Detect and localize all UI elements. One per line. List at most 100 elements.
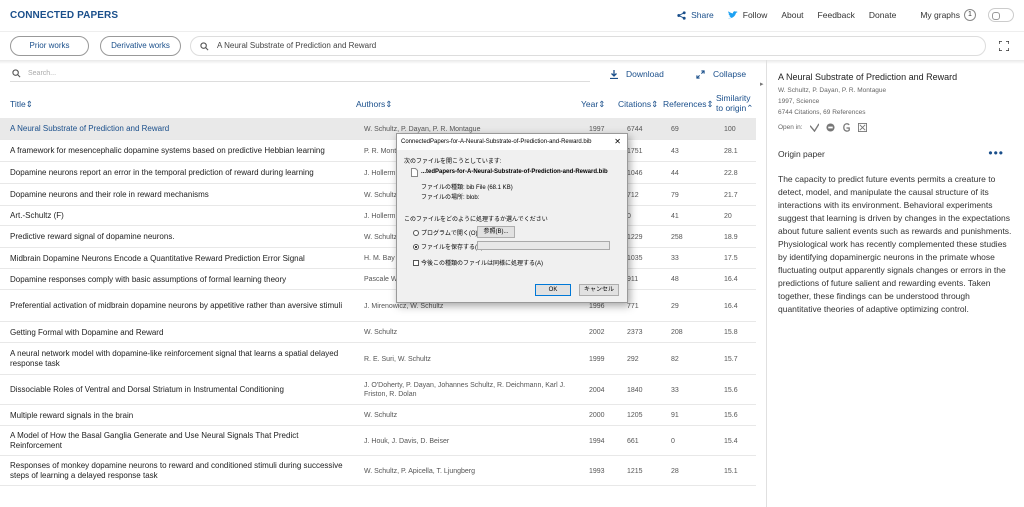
paper-citations-cell: 1215 (627, 468, 643, 475)
search-query: A Neural Substrate of Prediction and Rew… (217, 41, 377, 50)
similarity-column-header[interactable]: Similarity to origin⌃ (716, 93, 753, 113)
remember-checkbox-box[interactable] (413, 260, 419, 267)
table-row[interactable]: Art.-Schultz (F) J. Hollerm 0 41 20 (0, 206, 756, 226)
title-column-header[interactable]: Title⇕ (10, 99, 33, 110)
table-row[interactable]: Getting Formal with Dopamine and Reward W… (0, 322, 756, 343)
paper-references-cell: 91 (671, 412, 679, 419)
graphs-count-badge: 1 (964, 9, 976, 21)
arxiv-icon[interactable] (857, 123, 867, 132)
table-row[interactable]: Multiple reward signals in the brain W. S… (0, 405, 756, 426)
donate-link[interactable]: Donate (869, 10, 896, 20)
search-icon (12, 69, 21, 78)
paper-citations-cell: 1046 (627, 170, 643, 177)
paper-title-cell: Midbrain Dopamine Neurons Encode a Quant… (10, 254, 305, 263)
semantic-scholar-icon[interactable] (809, 123, 819, 132)
authors-header-label: Authors (356, 99, 386, 109)
remember-label: 今後この種類のファイルは同様に処理する(A) (421, 261, 543, 267)
paper-citations-cell: 911 (627, 276, 639, 283)
remember-choice-checkbox[interactable]: 今後この種類のファイルは同様に処理する(A) (413, 258, 543, 267)
table-row[interactable]: A Neural Substrate of Prediction and Rew… (0, 118, 756, 140)
paper-year-cell: 1996 (589, 303, 605, 310)
paper-citations-cell: 712 (627, 192, 639, 199)
authors-column-header[interactable]: Authors⇕ (356, 99, 392, 110)
theme-toggle[interactable] (988, 8, 1014, 22)
about-link[interactable]: About (781, 10, 803, 20)
paper-venue: 1997, Science (778, 98, 820, 105)
graph-search-input[interactable]: A Neural Substrate of Prediction and Rew… (190, 36, 986, 56)
google-scholar-icon[interactable] (842, 123, 851, 132)
list-toolbar: Search... Download Collapse (0, 66, 760, 84)
table-row[interactable]: Midbrain Dopamine Neurons Encode a Quant… (0, 248, 756, 269)
paper-title-cell: Dissociable Roles of Ventral and Dorsal … (10, 385, 284, 394)
paper-similarity-cell: 16.4 (724, 303, 738, 310)
references-header-label: References (663, 99, 707, 109)
year-column-header[interactable]: Year⇕ (581, 99, 605, 110)
paper-references-cell: 29 (671, 303, 679, 310)
table-row[interactable]: A Model of How the Basal Ganglia Generat… (0, 426, 756, 456)
panel-toggle-arrow[interactable]: ▸ (760, 80, 764, 88)
dialog-question: このファイルをどのように処理するか選んでください (404, 217, 548, 223)
download-label: Download (626, 69, 664, 79)
table-row[interactable]: A framework for mesencephalic dopamine s… (0, 140, 756, 162)
paper-references-cell: 28 (671, 468, 679, 475)
table-row[interactable]: Dopamine responses comply with basic ass… (0, 269, 756, 290)
paper-authors: W. Schultz, P. Dayan, P. R. Montague (778, 87, 887, 94)
origin-paper-row: Origin paper ••• (778, 146, 1014, 160)
save-file-radio[interactable]: ファイルを保存する(S) (413, 242, 483, 251)
paper-authors-cell: J. Mirenowicz, W. Schultz (364, 303, 444, 310)
table-row[interactable]: Dissociable Roles of Ventral and Dorsal … (0, 375, 756, 405)
table-row[interactable]: Responses of monkey dopamine neurons to … (0, 456, 756, 486)
table-row[interactable]: Preferential activation of midbrain dopa… (0, 290, 756, 322)
more-options-icon[interactable]: ••• (988, 146, 1004, 160)
paper-similarity-cell: 21.7 (724, 192, 738, 199)
download-button[interactable]: Download (610, 69, 664, 79)
paper-stats: 6744 Citations, 69 References (778, 109, 866, 116)
open-with-radio-circle[interactable] (413, 230, 419, 237)
brand-logo[interactable]: CONNECTED PAPERS (10, 10, 118, 21)
paper-authors-cell: W. Schultz (364, 412, 398, 419)
citations-header-label: Citations (618, 99, 652, 109)
open-with-radio[interactable]: プログラムで開く(O): (413, 228, 479, 237)
ok-button[interactable]: OK (535, 284, 571, 296)
paper-similarity-cell: 15.4 (724, 438, 738, 445)
dialog-filename: ...tedPapers-for-A-Neural-Substrate-of-P… (421, 169, 608, 175)
paper-title-cell: Preferential activation of midbrain dopa… (10, 301, 343, 310)
collapse-button[interactable]: Collapse (696, 69, 746, 79)
follow-button[interactable]: Follow (727, 10, 768, 20)
twitter-icon (727, 11, 738, 19)
filter-placeholder: Search... (28, 70, 57, 77)
table-row[interactable]: Dopamine neurons and their role in rewar… (0, 184, 756, 206)
browse-button[interactable]: 参照(B)... (477, 226, 515, 238)
paper-similarity-cell: 22.8 (724, 170, 738, 177)
citations-column-header[interactable]: Citations⇕ (618, 99, 658, 110)
prior-works-button[interactable]: Prior works (10, 36, 89, 56)
derivative-works-button[interactable]: Derivative works (100, 36, 181, 56)
paper-references-cell: 43 (671, 148, 679, 155)
references-column-header[interactable]: References⇕ (663, 99, 714, 110)
similarity-header-label-2: to origin (716, 103, 747, 113)
list-filter-input[interactable]: Search... (10, 66, 590, 82)
paper-citations-cell: 661 (627, 438, 639, 445)
pubmed-icon[interactable] (826, 123, 835, 132)
program-select[interactable] (477, 241, 610, 250)
follow-label: Follow (742, 10, 768, 20)
fullscreen-icon[interactable] (999, 41, 1009, 51)
share-button[interactable]: Share (677, 10, 714, 20)
panel-divider (766, 60, 767, 507)
paper-authors-cell: R. E. Suri, W. Schultz (364, 356, 431, 363)
paper-title[interactable]: A Neural Substrate of Prediction and Rew… (778, 72, 1014, 82)
paper-title-cell: A Model of How the Basal Ganglia Generat… (10, 431, 299, 450)
feedback-link[interactable]: Feedback (818, 10, 855, 20)
paper-title-cell: Responses of monkey dopamine neurons to … (10, 461, 343, 480)
paper-citations-cell: 1751 (627, 148, 643, 155)
my-graphs-button[interactable]: My graphs 1 (920, 9, 976, 21)
paper-title-cell: Predictive reward signal of dopamine neu… (10, 232, 175, 241)
table-row[interactable]: A neural network model with dopamine-lik… (0, 343, 756, 375)
dialog-close-icon[interactable]: ✕ (614, 134, 621, 150)
cancel-button[interactable]: キャンセル (579, 284, 619, 296)
save-file-radio-circle[interactable] (413, 244, 419, 251)
table-row[interactable]: Predictive reward signal of dopamine neu… (0, 226, 756, 248)
paper-citations-cell: 771 (627, 303, 639, 310)
paper-year-cell: 2000 (589, 412, 605, 419)
table-row[interactable]: Dopamine neurons report an error in the … (0, 162, 756, 184)
